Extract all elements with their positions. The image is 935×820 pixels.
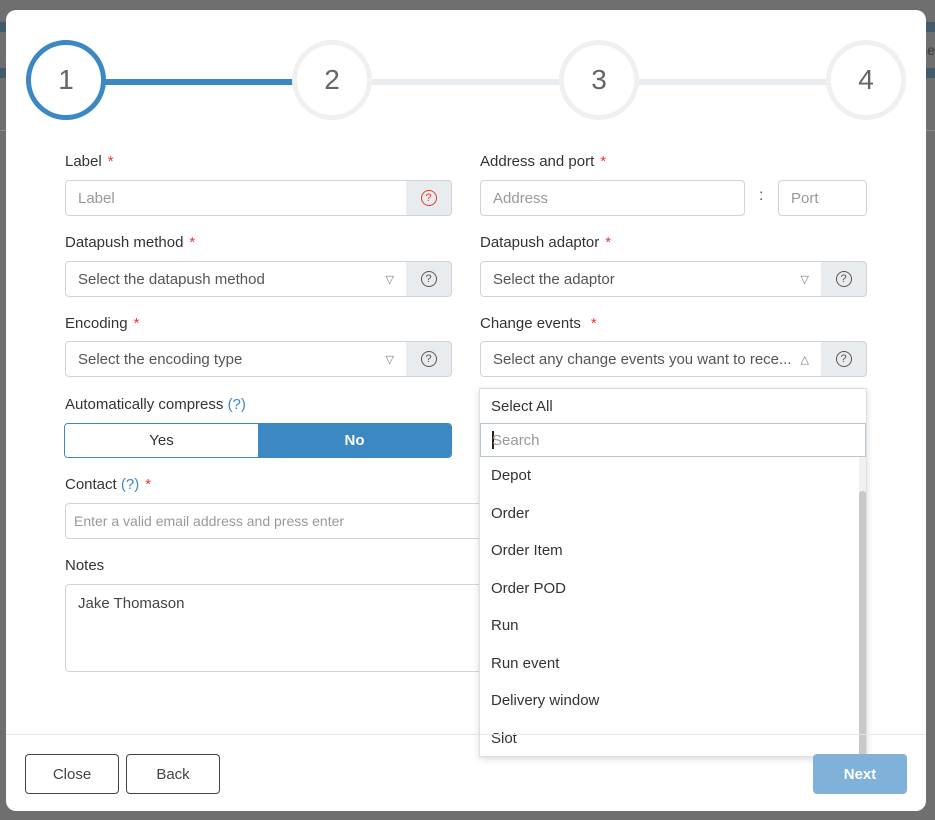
- step-3[interactable]: 3: [559, 40, 639, 120]
- compress-help-link[interactable]: (?): [228, 396, 246, 413]
- contact-placeholder: Enter a valid email address and press en…: [74, 513, 345, 529]
- datapush-method-label: Datapush method *: [65, 234, 195, 251]
- encoding-help-button[interactable]: ?: [406, 341, 452, 377]
- datapush-adaptor-select[interactable]: Select the adaptor ▽: [480, 261, 822, 297]
- dropdown-search-input[interactable]: Search: [480, 423, 866, 457]
- chevron-down-icon: ▽: [800, 273, 809, 286]
- label-help-button[interactable]: ?: [406, 180, 452, 216]
- footer-divider: [6, 734, 926, 735]
- dropdown-option[interactable]: Run: [480, 607, 866, 645]
- datapush-adaptor-label-text: Datapush adaptor: [480, 234, 600, 251]
- label-text: Label: [65, 153, 102, 170]
- dropdown-option[interactable]: Order Item: [480, 532, 866, 570]
- change-events-help-button[interactable]: ?: [821, 341, 867, 377]
- required-marker: *: [189, 234, 196, 251]
- address-field-label: Address and port *: [480, 153, 606, 170]
- step-connector-3-4: [636, 79, 846, 85]
- label-input[interactable]: Label: [65, 180, 407, 216]
- required-marker: *: [605, 234, 612, 251]
- datapush-method-label-text: Datapush method: [65, 234, 184, 251]
- change-events-label: Change events *: [480, 315, 597, 332]
- dropdown-option[interactable]: Run event: [480, 645, 866, 683]
- port-placeholder: Port: [791, 189, 819, 207]
- step-4[interactable]: 4: [826, 40, 906, 120]
- required-marker: *: [590, 315, 597, 332]
- address-placeholder: Address: [493, 189, 549, 207]
- contact-label-text: Contact: [65, 476, 117, 493]
- datapush-wizard-modal: 1 2 3 4 Label * Label ? Address and port *…: [6, 10, 926, 811]
- step-connector-1-2: [96, 79, 306, 85]
- help-icon: ?: [420, 351, 437, 367]
- search-placeholder: Search: [492, 431, 540, 449]
- label-placeholder: Label: [78, 189, 115, 207]
- dropdown-option[interactable]: Order: [480, 495, 866, 533]
- encoding-placeholder: Select the encoding type: [78, 350, 243, 368]
- change-events-select[interactable]: Select any change events you want to rec…: [480, 341, 822, 377]
- help-icon: ?: [835, 271, 852, 287]
- datapush-method-help-button[interactable]: ?: [406, 261, 452, 297]
- compress-label-text: Automatically compress: [65, 396, 224, 413]
- back-button[interactable]: Back: [126, 754, 220, 794]
- required-marker: *: [133, 315, 140, 332]
- notes-label: Notes: [65, 557, 105, 574]
- contact-email-input[interactable]: Enter a valid email address and press en…: [65, 503, 485, 539]
- port-input[interactable]: Port: [778, 180, 867, 216]
- notes-textarea[interactable]: Jake Thomason: [65, 584, 485, 672]
- step-2[interactable]: 2: [292, 40, 372, 120]
- dropdown-option[interactable]: Slot: [480, 720, 866, 757]
- datapush-method-select[interactable]: Select the datapush method ▽: [65, 261, 407, 297]
- compress-toggle: Yes No: [64, 423, 452, 458]
- compress-no-option[interactable]: No: [258, 424, 451, 457]
- compress-yes-option[interactable]: Yes: [65, 424, 258, 457]
- help-icon: ?: [420, 190, 437, 206]
- datapush-adaptor-help-button[interactable]: ?: [821, 261, 867, 297]
- contact-help-link[interactable]: (?): [121, 476, 139, 493]
- help-icon: ?: [420, 271, 437, 287]
- label-field-label: Label *: [65, 153, 114, 170]
- compress-label: Automatically compress (?): [65, 396, 246, 413]
- change-events-label-text: Change events: [480, 315, 581, 332]
- next-button[interactable]: Next: [813, 754, 907, 794]
- wizard-stepper: 1 2 3 4: [6, 10, 926, 150]
- select-all-option[interactable]: Select All: [480, 389, 866, 423]
- dropdown-options-list: Depot Order Order Item Order POD Run Run…: [480, 457, 866, 757]
- dropdown-option[interactable]: Delivery window: [480, 682, 866, 720]
- step-connector-2-3: [366, 79, 576, 85]
- address-label-text: Address and port: [480, 153, 595, 170]
- change-events-dropdown: Select All Search Depot Order Order Item…: [479, 388, 867, 757]
- encoding-label-text: Encoding: [65, 315, 128, 332]
- required-marker: *: [145, 476, 152, 493]
- address-port-separator: :: [759, 187, 764, 204]
- chevron-up-icon: △: [800, 353, 809, 366]
- change-events-placeholder: Select any change events you want to rec…: [493, 350, 792, 368]
- encoding-label: Encoding *: [65, 315, 139, 332]
- chevron-down-icon: ▽: [385, 273, 394, 286]
- chevron-down-icon: ▽: [385, 353, 394, 366]
- datapush-adaptor-label: Datapush adaptor *: [480, 234, 611, 251]
- required-marker: *: [107, 153, 114, 170]
- dropdown-option[interactable]: Depot: [480, 457, 866, 495]
- close-button[interactable]: Close: [25, 754, 119, 794]
- dropdown-option[interactable]: Order POD: [480, 570, 866, 608]
- datapush-method-placeholder: Select the datapush method: [78, 270, 265, 288]
- encoding-select[interactable]: Select the encoding type ▽: [65, 341, 407, 377]
- help-icon: ?: [835, 351, 852, 367]
- contact-label: Contact (?) *: [65, 476, 151, 493]
- datapush-adaptor-placeholder: Select the adaptor: [493, 270, 615, 288]
- required-marker: *: [600, 153, 607, 170]
- step-1[interactable]: 1: [26, 40, 106, 120]
- address-input[interactable]: Address: [480, 180, 745, 216]
- dropdown-scrollbar-thumb[interactable]: [859, 491, 866, 756]
